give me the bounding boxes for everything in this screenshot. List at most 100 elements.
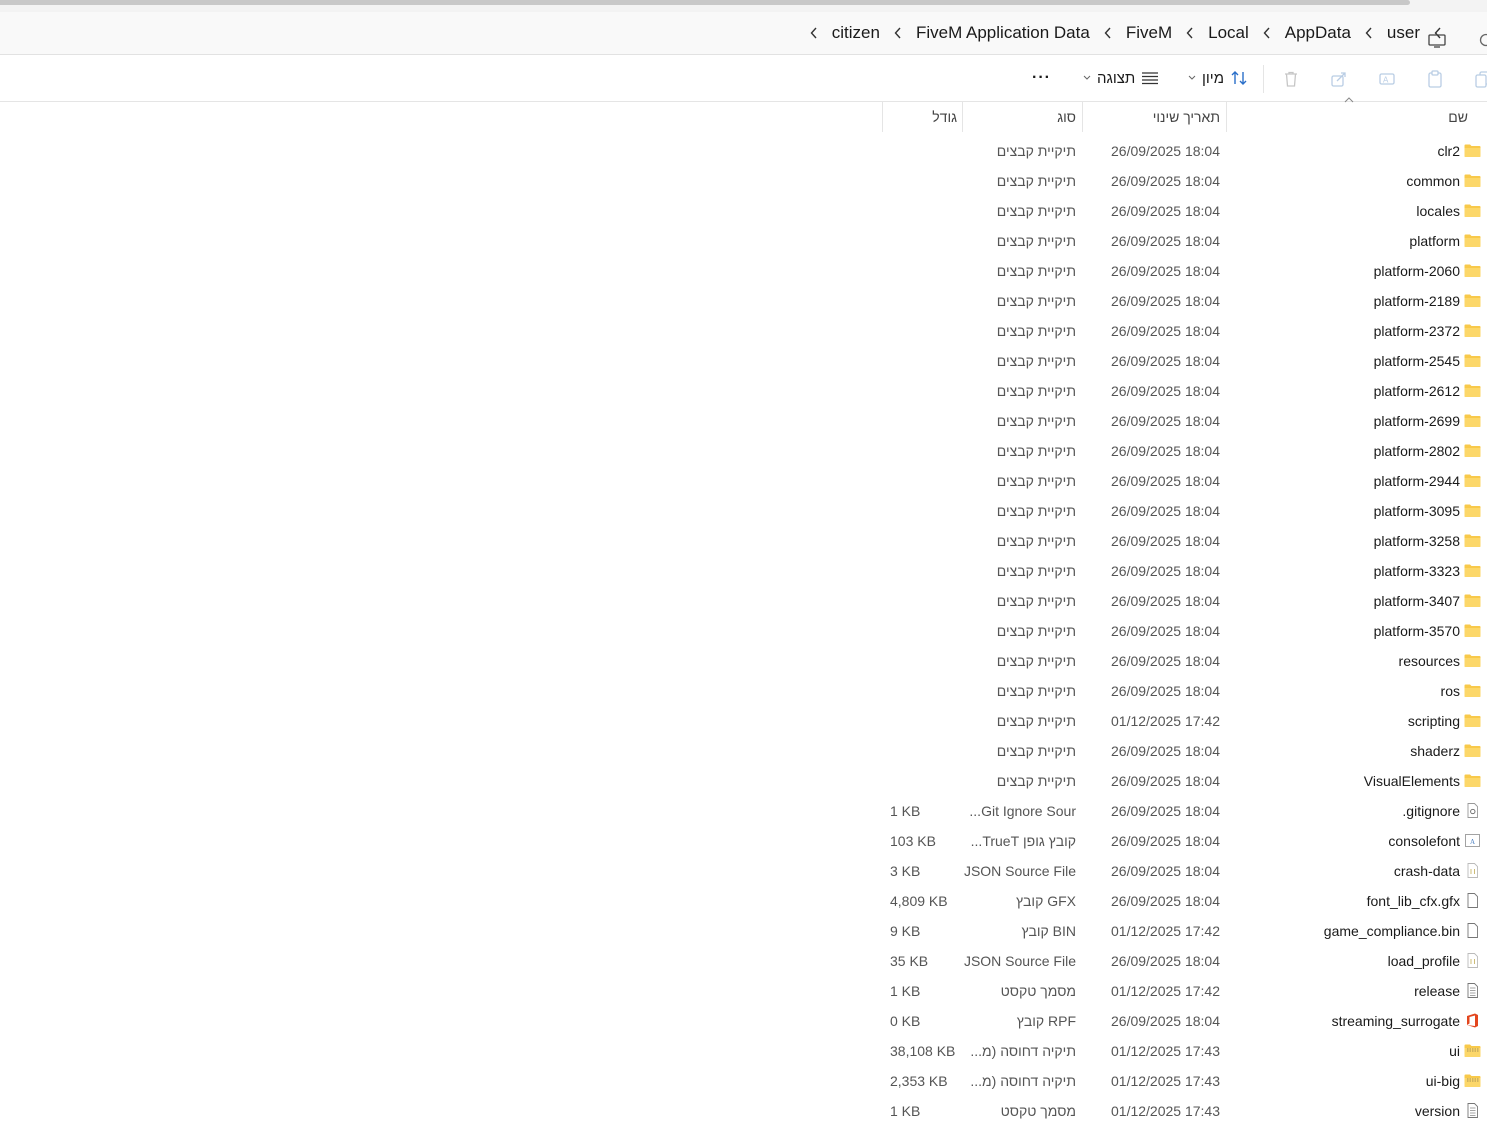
file-row[interactable]: shaderz 26/09/2025 18:04 תיקיית קבצים (0, 736, 1487, 766)
column-divider[interactable] (962, 102, 963, 132)
share-icon[interactable] (1330, 70, 1348, 88)
file-row[interactable]: locales 26/09/2025 18:04 תיקיית קבצים (0, 196, 1487, 226)
column-header-type[interactable]: סוג (1057, 102, 1076, 132)
file-size: 1 KB (890, 1103, 921, 1119)
search-icon[interactable] (1479, 33, 1487, 47)
file-row[interactable]: platform-3407 26/09/2025 18:04 תיקיית קבצי… (0, 586, 1487, 616)
file-type: תיקיית קבצים (996, 503, 1076, 519)
file-type: תיקיית קבצים (996, 563, 1076, 579)
file-row[interactable]: version 01/12/2025 17:43 מסמך טקסט 1 KB (0, 1096, 1487, 1126)
file-row[interactable]: .gitignore 26/09/2025 18:04 Git Ignore Sou… (0, 796, 1487, 826)
breadcrumb-chevron-icon[interactable] (1260, 12, 1274, 54)
file-row[interactable]: Aconsolefont 26/09/2025 18:04 קובץ גופן Tr… (0, 826, 1487, 856)
file-date-modified: 26/09/2025 18:04 (1111, 233, 1220, 249)
delete-icon[interactable] (1282, 70, 1300, 88)
column-header-name[interactable]: שם (1448, 102, 1468, 132)
file-row[interactable]: platform-3095 26/09/2025 18:04 תיקיית קבצי… (0, 496, 1487, 526)
breadcrumb-chevron-icon[interactable] (1183, 12, 1197, 54)
file-row[interactable]: ui 01/12/2025 17:43 תיקיה דחוסה (מ... 38,10… (0, 1036, 1487, 1066)
file-row[interactable]: scripting 01/12/2025 17:42 תיקיית קבצים (0, 706, 1487, 736)
file-name: platform-2189 (1373, 293, 1460, 309)
file-row[interactable]: platform 26/09/2025 18:04 תיקיית קבצים (0, 226, 1487, 256)
file-name: platform-3407 (1373, 593, 1460, 609)
column-divider[interactable] (1226, 102, 1227, 132)
rename-icon[interactable]: A (1378, 70, 1396, 88)
breadcrumb-item[interactable]: user (1378, 23, 1429, 43)
file-name: platform-3570 (1373, 623, 1460, 639)
address-bar[interactable]: user AppData Local FiveM FiveM Application D… (0, 12, 1487, 55)
horizontal-scrollbar[interactable] (0, 0, 1410, 5)
file-row[interactable]: platform-2060 26/09/2025 18:04 תיקיית קבצי… (0, 256, 1487, 286)
file-row[interactable]: load_profile 26/09/2025 18:04 JSON Source … (0, 946, 1487, 976)
file-row[interactable]: platform-2545 26/09/2025 18:04 תיקיית קבצי… (0, 346, 1487, 376)
file-date-modified: 01/12/2025 17:42 (1111, 923, 1220, 939)
paste-icon[interactable] (1426, 70, 1444, 88)
blank-file-icon (1464, 923, 1481, 938)
file-row[interactable]: platform-2699 26/09/2025 18:04 תיקיית קבצי… (0, 406, 1487, 436)
file-size: 0 KB (890, 1013, 921, 1029)
file-type: תיקיית קבצים (996, 713, 1076, 729)
view-button[interactable]: תצוגה (1083, 55, 1159, 101)
file-date-modified: 26/09/2025 18:04 (1111, 593, 1220, 609)
file-row[interactable]: ros 26/09/2025 18:04 תיקיית קבצים (0, 676, 1487, 706)
folder-icon (1464, 413, 1481, 428)
file-date-modified: 26/09/2025 18:04 (1111, 503, 1220, 519)
folder-icon (1464, 143, 1481, 158)
file-row[interactable]: resources 26/09/2025 18:04 תיקיית קבצים (0, 646, 1487, 676)
file-type: Git Ignore Sour... (969, 803, 1076, 819)
file-size: 1 KB (890, 983, 921, 999)
file-date-modified: 26/09/2025 18:04 (1111, 623, 1220, 639)
file-size: 2,353 KB (890, 1073, 948, 1089)
file-row[interactable]: platform-3258 26/09/2025 18:04 תיקיית קבצי… (0, 526, 1487, 556)
file-date-modified: 26/09/2025 18:04 (1111, 443, 1220, 459)
file-row[interactable]: platform-3323 26/09/2025 18:04 תיקיית קבצי… (0, 556, 1487, 586)
breadcrumb-chevron-icon[interactable] (807, 12, 821, 54)
file-row[interactable]: platform-2372 26/09/2025 18:04 תיקיית קבצי… (0, 316, 1487, 346)
column-header-size[interactable]: גודל (932, 102, 957, 132)
breadcrumb-item[interactable]: Local (1199, 23, 1258, 43)
breadcrumb-item[interactable]: AppData (1276, 23, 1360, 43)
file-row[interactable]: platform-2189 26/09/2025 18:04 תיקיית קבצי… (0, 286, 1487, 316)
file-row[interactable]: clr2 26/09/2025 18:04 תיקיית קבצים (0, 136, 1487, 166)
file-size: 4,809 KB (890, 893, 948, 909)
file-row[interactable]: font_lib_cfx.gfx 26/09/2025 18:04 GFX קובץ… (0, 886, 1487, 916)
column-divider[interactable] (882, 102, 883, 132)
file-row[interactable]: platform-2802 26/09/2025 18:04 תיקיית קבצי… (0, 436, 1487, 466)
copy-icon[interactable] (1474, 70, 1487, 88)
folder-icon (1464, 593, 1481, 608)
file-name: consolefont (1388, 833, 1460, 849)
file-row[interactable]: ui-big 01/12/2025 17:43 תיקיה דחוסה (מ... 2… (0, 1066, 1487, 1096)
file-row[interactable]: streaming_surrogate 26/09/2025 18:04 RPF ק… (0, 1006, 1487, 1036)
breadcrumb-chevron-icon[interactable] (1101, 12, 1115, 54)
column-divider[interactable] (1082, 102, 1083, 132)
breadcrumb-item[interactable]: FiveM (1117, 23, 1181, 43)
sort-button[interactable]: מיון (1188, 55, 1248, 101)
file-size: 35 KB (890, 953, 929, 969)
folder-icon (1464, 173, 1481, 188)
breadcrumb-item[interactable]: FiveM Application Data (907, 23, 1099, 43)
file-date-modified: 01/12/2025 17:43 (1111, 1073, 1220, 1089)
this-pc-icon[interactable] (1428, 34, 1446, 48)
file-type: תיקיית קבצים (996, 683, 1076, 699)
file-row[interactable]: platform-2612 26/09/2025 18:04 תיקיית קבצי… (0, 376, 1487, 406)
more-options-button[interactable]: ··· (1032, 55, 1051, 101)
breadcrumb-chevron-icon[interactable] (891, 12, 905, 54)
breadcrumb-chevron-icon[interactable] (1362, 12, 1376, 54)
file-date-modified: 01/12/2025 17:43 (1111, 1043, 1220, 1059)
file-type: תיקיה דחוסה (מ... (970, 1073, 1076, 1089)
file-row[interactable]: crash-data 26/09/2025 18:04 JSON Source Fi… (0, 856, 1487, 886)
file-date-modified: 26/09/2025 18:04 (1111, 833, 1220, 849)
breadcrumb-item[interactable]: citizen (823, 23, 889, 43)
column-header-date[interactable]: תאריך שינוי (1153, 102, 1220, 132)
file-name: ros (1440, 683, 1460, 699)
folder-icon (1464, 713, 1481, 728)
file-list: clr2 26/09/2025 18:04 תיקיית קבצים common 26… (0, 136, 1487, 1126)
file-name: release (1414, 983, 1460, 999)
file-row[interactable]: platform-3570 26/09/2025 18:04 תיקיית קבצי… (0, 616, 1487, 646)
file-name: platform-2612 (1373, 383, 1460, 399)
file-row[interactable]: platform-2944 26/09/2025 18:04 תיקיית קבצי… (0, 466, 1487, 496)
file-row[interactable]: VisualElements 26/09/2025 18:04 תיקיית קבצ… (0, 766, 1487, 796)
file-row[interactable]: release 01/12/2025 17:42 מסמך טקסט 1 KB (0, 976, 1487, 1006)
file-row[interactable]: common 26/09/2025 18:04 תיקיית קבצים (0, 166, 1487, 196)
file-row[interactable]: game_compliance.bin 01/12/2025 17:42 BIN ק… (0, 916, 1487, 946)
